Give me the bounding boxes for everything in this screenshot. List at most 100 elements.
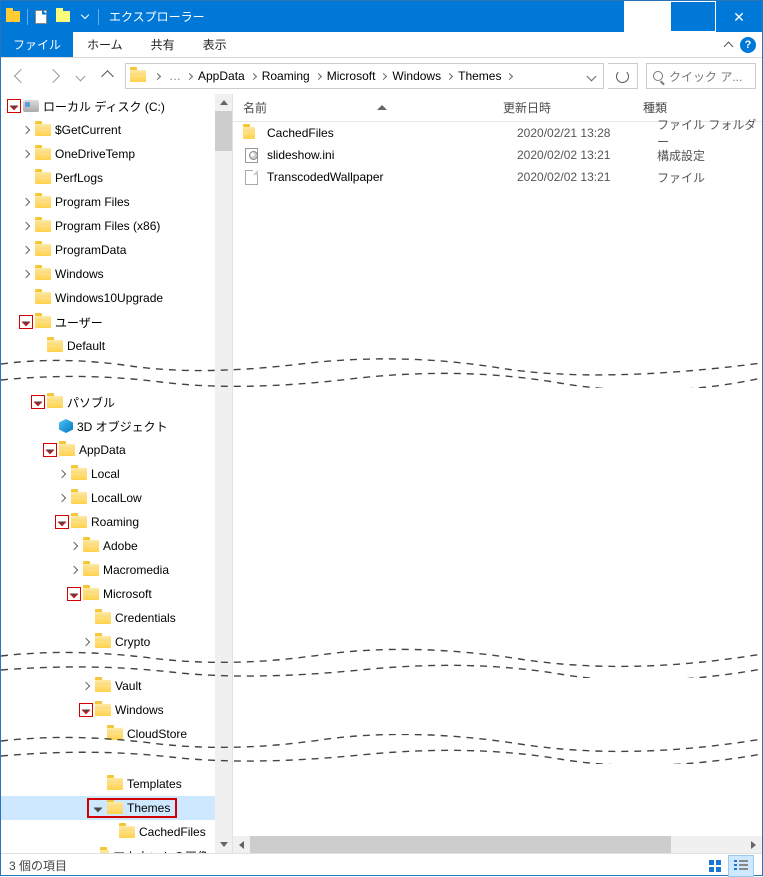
- tab-home[interactable]: ホーム: [73, 32, 137, 57]
- tree-item[interactable]: Adobe: [1, 534, 215, 558]
- tree-item[interactable]: Templates: [1, 772, 215, 796]
- close-button[interactable]: ✕: [716, 1, 762, 32]
- expander-closed-icon[interactable]: [19, 219, 33, 233]
- scroll-right-button[interactable]: [745, 836, 762, 853]
- tree-item[interactable]: Credentials: [1, 606, 215, 630]
- expander-closed-icon[interactable]: [19, 123, 33, 137]
- tab-view[interactable]: 表示: [189, 32, 241, 57]
- qa-new-folder-icon[interactable]: [52, 6, 74, 28]
- tree-item[interactable]: Windows: [1, 262, 215, 286]
- scroll-down-button[interactable]: [215, 836, 232, 853]
- breadcrumb-segment[interactable]: AppData: [195, 69, 248, 83]
- breadcrumb-segment[interactable]: Roaming: [259, 69, 313, 83]
- file-row[interactable]: CachedFiles2020/02/21 13:28ファイル フォルダー: [233, 122, 762, 144]
- scroll-up-button[interactable]: [215, 94, 232, 111]
- tree-item[interactable]: 3D オブジェクト: [1, 414, 215, 438]
- column-date[interactable]: 更新日時: [493, 99, 633, 116]
- expander-open-icon[interactable]: [55, 515, 69, 529]
- qa-customize-dropdown[interactable]: [74, 6, 96, 28]
- address-dropdown[interactable]: [580, 73, 603, 80]
- tree-item[interactable]: OneDriveTemp: [1, 142, 215, 166]
- expander-closed-icon[interactable]: [19, 147, 33, 161]
- tree-item[interactable]: $GetCurrent: [1, 118, 215, 142]
- address-bar[interactable]: … AppDataRoamingMicrosoftWindowsThemes: [125, 63, 604, 89]
- tree-item[interactable]: CachedFiles: [1, 820, 215, 844]
- expander-open-icon[interactable]: [91, 801, 105, 815]
- file-row[interactable]: TranscodedWallpaper2020/02/02 13:21ファイル: [233, 166, 762, 188]
- tree-item[interactable]: ローカル ディスク (C:): [1, 94, 215, 118]
- expander-closed-icon[interactable]: [67, 563, 81, 577]
- file-row[interactable]: slideshow.ini2020/02/02 13:21構成設定: [233, 144, 762, 166]
- tab-share[interactable]: 共有: [137, 32, 189, 57]
- expander-closed-icon[interactable]: [79, 679, 93, 693]
- tree-item[interactable]: CloudStore: [1, 722, 215, 746]
- expander-open-icon[interactable]: [43, 443, 57, 457]
- expander-open-icon[interactable]: [31, 395, 45, 409]
- column-name[interactable]: 名前: [233, 99, 493, 116]
- nav-history-dropdown[interactable]: [71, 62, 89, 90]
- expander-open-icon[interactable]: [79, 703, 93, 717]
- tree-item[interactable]: パソブル: [1, 390, 215, 414]
- expander-closed-icon[interactable]: [55, 467, 69, 481]
- expander-open-icon[interactable]: [7, 99, 21, 113]
- scroll-thumb[interactable]: [215, 111, 232, 151]
- view-details-button[interactable]: [728, 855, 754, 877]
- tree-item[interactable]: PerfLogs: [1, 166, 215, 190]
- tree-item[interactable]: ユーザー: [1, 310, 215, 334]
- chevron-right-icon[interactable]: [154, 72, 161, 79]
- tree-item[interactable]: Vault: [1, 674, 215, 698]
- folder-icon: [47, 340, 63, 352]
- scroll-left-button[interactable]: [233, 836, 250, 853]
- breadcrumb-segment[interactable]: Themes: [455, 69, 504, 83]
- tree-item[interactable]: Windows: [1, 698, 215, 722]
- chevron-right-icon[interactable]: [250, 72, 257, 79]
- expander-open-icon[interactable]: [19, 315, 33, 329]
- nav-up-button[interactable]: [93, 62, 121, 90]
- tree-item[interactable]: Program Files (x86): [1, 214, 215, 238]
- expander-closed-icon[interactable]: [79, 635, 93, 649]
- chevron-right-icon[interactable]: [315, 72, 322, 79]
- breadcrumb-segment[interactable]: Microsoft: [324, 69, 379, 83]
- refresh-button[interactable]: [608, 63, 638, 89]
- expander-closed-icon[interactable]: [19, 243, 33, 257]
- chevron-right-icon[interactable]: [446, 72, 453, 79]
- maximize-button[interactable]: [670, 1, 716, 32]
- expander-closed-icon[interactable]: [67, 539, 81, 553]
- scroll-thumb[interactable]: [250, 836, 671, 853]
- minimize-button[interactable]: [624, 1, 670, 32]
- expander-closed-icon[interactable]: [55, 491, 69, 505]
- tree-item[interactable]: ProgramData: [1, 238, 215, 262]
- tree-item[interactable]: LocalLow: [1, 486, 215, 510]
- view-large-icons-button[interactable]: [702, 855, 728, 877]
- column-type[interactable]: 種類: [633, 99, 762, 116]
- expander-closed-icon[interactable]: [19, 195, 33, 209]
- folder-icon: [35, 268, 51, 280]
- tree-item[interactable]: Roaming: [1, 510, 215, 534]
- tree-item[interactable]: Windows10Upgrade: [1, 286, 215, 310]
- chevron-right-icon[interactable]: [380, 72, 387, 79]
- tree-item[interactable]: AppData: [1, 438, 215, 462]
- breadcrumb-segment[interactable]: Windows: [389, 69, 444, 83]
- tree-item[interactable]: アカウントの画像: [1, 844, 215, 853]
- ribbon-collapse-icon[interactable]: [725, 40, 732, 50]
- tree-item[interactable]: Local: [1, 462, 215, 486]
- tab-file[interactable]: ファイル: [1, 32, 73, 57]
- expander-closed-icon[interactable]: [19, 267, 33, 281]
- expander-open-icon[interactable]: [67, 587, 81, 601]
- help-icon[interactable]: ?: [740, 37, 756, 53]
- list-hscrollbar[interactable]: [233, 836, 762, 853]
- tree-scrollbar[interactable]: [215, 94, 232, 853]
- chevron-right-icon[interactable]: [186, 72, 193, 79]
- tree-item[interactable]: Microsoft: [1, 582, 215, 606]
- nav-forward-button[interactable]: [39, 62, 67, 90]
- tree-item[interactable]: Themes: [1, 796, 215, 820]
- qa-properties-icon[interactable]: [30, 6, 52, 28]
- folder-icon: [35, 124, 51, 136]
- tree-item[interactable]: Macromedia: [1, 558, 215, 582]
- nav-back-button[interactable]: [7, 62, 35, 90]
- tree-item[interactable]: Crypto: [1, 630, 215, 654]
- chevron-right-icon[interactable]: [506, 72, 513, 79]
- search-input[interactable]: クイック ア...: [646, 63, 756, 89]
- tree-item[interactable]: Program Files: [1, 190, 215, 214]
- tree-item[interactable]: Default: [1, 334, 215, 358]
